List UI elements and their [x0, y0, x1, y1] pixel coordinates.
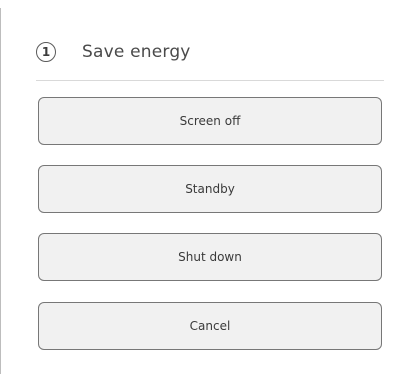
- dialog-left-border: [0, 8, 1, 374]
- save-energy-dialog: 1 Save energy Screen off Standby Shut do…: [0, 0, 398, 374]
- shut-down-button[interactable]: Shut down: [38, 233, 382, 281]
- step-number: 1: [41, 45, 51, 59]
- header-divider: [36, 80, 384, 81]
- standby-button[interactable]: Standby: [38, 165, 382, 213]
- step-number-icon: 1: [36, 42, 56, 62]
- dialog-title: Save energy: [82, 42, 191, 62]
- dialog-header: 1 Save energy: [36, 34, 191, 70]
- cancel-button[interactable]: Cancel: [38, 302, 382, 350]
- screen-off-button[interactable]: Screen off: [38, 97, 382, 145]
